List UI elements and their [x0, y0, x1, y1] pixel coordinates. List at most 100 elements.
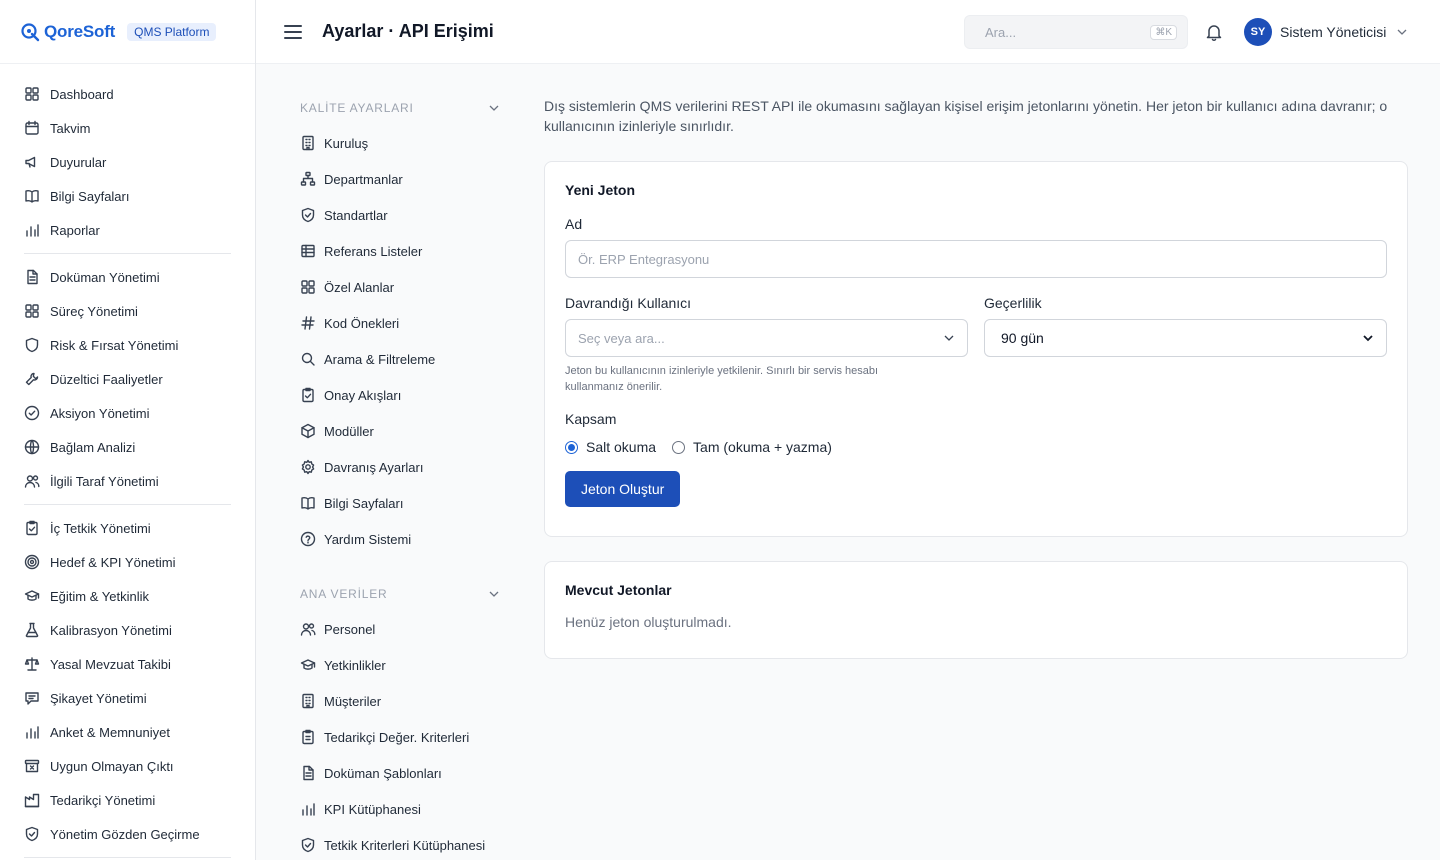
sidebar-item-label: Düzeltici Faaliyetler	[50, 371, 163, 387]
flask-icon	[25, 622, 39, 638]
settings-nav-label: Kuruluş	[324, 135, 369, 151]
nav-group: İç Tetkik Yönetimi Hedef & KPI Yönetimi Eğ…	[24, 511, 231, 858]
sidebar-item[interactable]: Uygun Olmayan Çıktı	[24, 749, 231, 783]
building-icon	[302, 135, 314, 151]
scale-icon	[24, 657, 40, 671]
sidebar-item[interactable]: Şikayet Yönetimi	[24, 681, 231, 715]
settings-nav-label: Müşteriler	[324, 693, 382, 709]
settings-nav-label: Standartlar	[324, 207, 388, 223]
shield-check-icon	[25, 826, 39, 842]
settings-nav-label: Kod Önekleri	[324, 315, 400, 331]
settings-nav-item[interactable]: Yetkinlikler	[300, 647, 500, 683]
sidebar-item[interactable]: Dashboard	[24, 77, 231, 111]
sidebar-item[interactable]: Aksiyon Yönetimi	[24, 396, 231, 430]
radio-unchecked-icon	[672, 440, 686, 454]
shield-icon	[25, 337, 39, 353]
sitemap-icon	[300, 171, 316, 186]
scope-read-only-radio[interactable]: Salt okuma	[565, 439, 656, 455]
sidebar-item[interactable]: Süreç Yönetimi	[24, 294, 231, 328]
sidebar-item[interactable]: Yasal Mevzuat Takibi	[24, 647, 231, 681]
chevron-down-icon	[489, 591, 499, 597]
settings-nav-item[interactable]: Özel Alanlar	[300, 269, 500, 305]
sidebar-item[interactable]: Hedef & KPI Yönetimi	[24, 545, 231, 579]
nav-group: Doküman Yönetimi Süreç Yönetimi Risk & Fır…	[24, 260, 231, 505]
bell-icon[interactable]	[1204, 22, 1224, 42]
qoresoft-logo-icon	[21, 22, 40, 41]
settings-nav-item[interactable]: Personel	[300, 611, 500, 647]
grid-icon	[25, 304, 39, 318]
sidebar-item-label: Raporlar	[50, 222, 100, 238]
chevron-down-icon	[944, 335, 954, 341]
sidebar-item[interactable]: Duyurular	[24, 145, 231, 179]
settings-nav-item[interactable]: Tedarikçi Değer. Kriterleri	[300, 719, 500, 755]
sidebar-item[interactable]: Düzeltici Faaliyetler	[24, 362, 231, 396]
user-select-placeholder: Seç veya ara...	[578, 330, 665, 346]
user-label: Davrandığı Kullanıcı	[565, 295, 692, 311]
sidebar-item[interactable]: Eğitim & Yetkinlik	[24, 579, 231, 613]
sidebar-item[interactable]: Raporlar	[24, 213, 231, 247]
settings-nav-item[interactable]: Müşteriler	[300, 683, 500, 719]
sidebar-item-label: Aksiyon Yönetimi	[50, 405, 150, 421]
user-menu[interactable]: SY Sistem Yöneticisi	[1244, 18, 1408, 46]
sidebar-item[interactable]: İç Tetkik Yönetimi	[24, 511, 231, 545]
brand-logo[interactable]: QoreSoft	[20, 22, 115, 42]
factory-icon	[24, 793, 40, 808]
sidebar-item[interactable]: Takvim	[24, 111, 231, 145]
menu-toggle-icon[interactable]	[284, 24, 302, 39]
settings-nav-label: Modüller	[324, 423, 374, 439]
settings-nav-label: Özel Alanlar	[324, 279, 395, 295]
validity-select[interactable]: 90 gün	[984, 319, 1387, 357]
sidebar-item[interactable]: Tedarikçi Yönetimi	[24, 783, 231, 817]
settings-nav-item[interactable]: Departmanlar	[300, 161, 500, 197]
settings-nav-item[interactable]: KPI Kütüphanesi	[300, 791, 500, 827]
settings-nav-item[interactable]: Bilgi Sayfaları	[300, 485, 500, 521]
settings-section-title: ANA VERİLER	[300, 587, 388, 601]
search-input[interactable]	[985, 24, 1145, 40]
sidebar-item[interactable]: Yönetim Gözden Geçirme	[24, 817, 231, 851]
settings-nav-item[interactable]: Standartlar	[300, 197, 500, 233]
global-search[interactable]: ⌘K	[964, 15, 1188, 49]
settings-nav-item[interactable]: Onay Akışları	[300, 377, 500, 413]
sidebar-item[interactable]: Bağlam Analizi	[24, 430, 231, 464]
settings-section-header[interactable]: KALİTE AYARLARI	[300, 96, 500, 120]
chevron-down-icon	[1363, 335, 1373, 342]
token-name-input[interactable]	[565, 240, 1387, 278]
settings-nav-item[interactable]: Yardım Sistemi	[300, 521, 500, 557]
settings-nav-item[interactable]: Modüller	[300, 413, 500, 449]
settings-nav-label: Tedarikçi Değer. Kriterleri	[324, 729, 470, 745]
scope-label: Kapsam	[565, 411, 617, 427]
table-icon	[301, 244, 315, 258]
sidebar-item[interactable]: Risk & Fırsat Yönetimi	[24, 328, 231, 362]
new-token-card: Yeni Jeton Ad Davrandığı Kullanıcı Seç v…	[544, 161, 1408, 537]
scope-option-label: Tam (okuma + yazma)	[693, 439, 832, 455]
new-token-title: Yeni Jeton	[565, 182, 636, 198]
settings-nav-item[interactable]: Tetkik Kriterleri Kütüphanesi	[300, 827, 500, 860]
settings-nav-label: Departmanlar	[324, 171, 403, 187]
book-icon	[25, 190, 39, 203]
settings-nav-item[interactable]: Arama & Filtreleme	[300, 341, 500, 377]
sidebar-item[interactable]: Anket & Memnuniyet	[24, 715, 231, 749]
sidebar-item-label: Takvim	[50, 120, 91, 136]
chevron-down-icon	[489, 105, 499, 111]
settings-section-title: KALİTE AYARLARI	[300, 101, 414, 115]
settings-nav-item[interactable]: Davranış Ayarları	[300, 449, 500, 485]
settings-nav-label: Arama & Filtreleme	[324, 351, 436, 367]
sidebar-item[interactable]: Bilgi Sayfaları	[24, 179, 231, 213]
sidebar-item-label: Kalibrasyon Yönetimi	[50, 622, 172, 638]
sidebar-item[interactable]: Doküman Yönetimi	[24, 260, 231, 294]
settings-section-header[interactable]: ANA VERİLER	[300, 582, 500, 606]
top-header: Ayarlar · API Erişimi ⌘K SY Sistem Yönet…	[256, 0, 1440, 64]
sidebar-item[interactable]: İlgili Taraf Yönetimi	[24, 464, 231, 498]
settings-nav-item[interactable]: Kod Önekleri	[300, 305, 500, 341]
settings-nav-label: KPI Kütüphanesi	[324, 801, 421, 817]
user-select[interactable]: Seç veya ara...	[565, 319, 968, 357]
settings-nav-label: Personel	[324, 621, 376, 637]
settings-nav-item[interactable]: Kuruluş	[300, 125, 500, 161]
sidebar-item-label: Anket & Memnuniyet	[50, 724, 170, 740]
sidebar-item[interactable]: Kalibrasyon Yönetimi	[24, 613, 231, 647]
create-token-button[interactable]: Jeton Oluştur	[565, 471, 681, 507]
target-icon	[24, 554, 40, 570]
settings-nav-item[interactable]: Doküman Şablonları	[300, 755, 500, 791]
scope-full-radio[interactable]: Tam (okuma + yazma)	[672, 439, 832, 455]
settings-nav-item[interactable]: Referans Listeler	[300, 233, 500, 269]
